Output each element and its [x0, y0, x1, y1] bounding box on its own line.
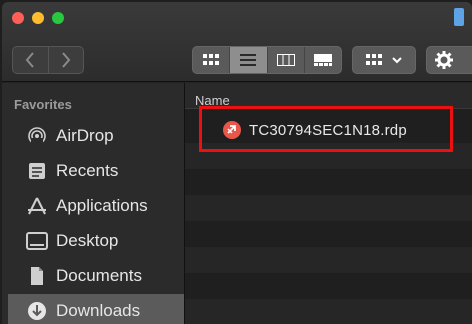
- gear-icon: [435, 51, 453, 69]
- empty-row: [185, 247, 472, 273]
- sidebar-item-label: Applications: [56, 196, 148, 215]
- back-button[interactable]: [13, 47, 48, 73]
- grid-arrange-icon: [366, 54, 382, 65]
- downloads-icon: [26, 300, 48, 322]
- gallery-view-button[interactable]: [303, 47, 341, 73]
- empty-row: [185, 299, 472, 324]
- action-menu-button[interactable]: [426, 46, 472, 74]
- minimize-window-button[interactable]: [32, 12, 44, 24]
- chevron-right-icon: [61, 52, 71, 68]
- chevron-down-icon: [392, 56, 402, 63]
- sidebar-item-desktop[interactable]: Desktop: [8, 224, 184, 258]
- applications-icon: [26, 195, 48, 217]
- icon-view-button[interactable]: [193, 47, 229, 73]
- list-view-button[interactable]: [229, 47, 267, 73]
- sidebar-item-documents[interactable]: Documents: [8, 259, 184, 293]
- desktop-icon: [26, 230, 48, 252]
- sidebar-item-recents[interactable]: Recents: [8, 154, 184, 188]
- view-mode-selector: [192, 46, 342, 74]
- highlight-annotation-box: [199, 106, 453, 152]
- sidebar-item-airdrop[interactable]: AirDrop: [8, 119, 184, 153]
- gallery-view-icon: [313, 54, 332, 66]
- close-window-button[interactable]: [12, 12, 24, 24]
- chevron-left-icon: [25, 52, 35, 68]
- column-view-button[interactable]: [266, 47, 304, 73]
- sidebar-item-applications[interactable]: Applications: [8, 189, 184, 223]
- sidebar-item-label: Downloads: [56, 301, 141, 320]
- sidebar-item-label: Desktop: [56, 231, 119, 250]
- sidebar-item-label: Documents: [56, 266, 142, 285]
- finder-window: Favorites AirDrop Recents Applications D…: [2, 2, 472, 324]
- toolbar: [2, 2, 472, 82]
- forward-button[interactable]: [47, 47, 84, 73]
- sidebar-section-title: Favorites: [14, 97, 72, 112]
- folder-title-icon: [454, 8, 464, 26]
- list-view-icon: [240, 54, 257, 66]
- recents-icon: [26, 160, 48, 182]
- sidebar: Favorites AirDrop Recents Applications D…: [2, 83, 184, 324]
- group-by-button[interactable]: [352, 46, 416, 74]
- airdrop-icon: [26, 125, 48, 147]
- sidebar-item-label: AirDrop: [56, 126, 114, 145]
- navigation-buttons: [12, 46, 84, 74]
- sidebar-item-label: Recents: [56, 161, 119, 180]
- sidebar-item-downloads[interactable]: Downloads: [8, 294, 184, 324]
- empty-row: [185, 195, 472, 221]
- column-view-icon: [276, 54, 295, 66]
- documents-icon: [26, 265, 48, 287]
- file-list: Name TC30794SEC1N18.rdp: [184, 83, 472, 324]
- zoom-window-button[interactable]: [52, 12, 64, 24]
- icon-view-icon: [203, 54, 220, 65]
